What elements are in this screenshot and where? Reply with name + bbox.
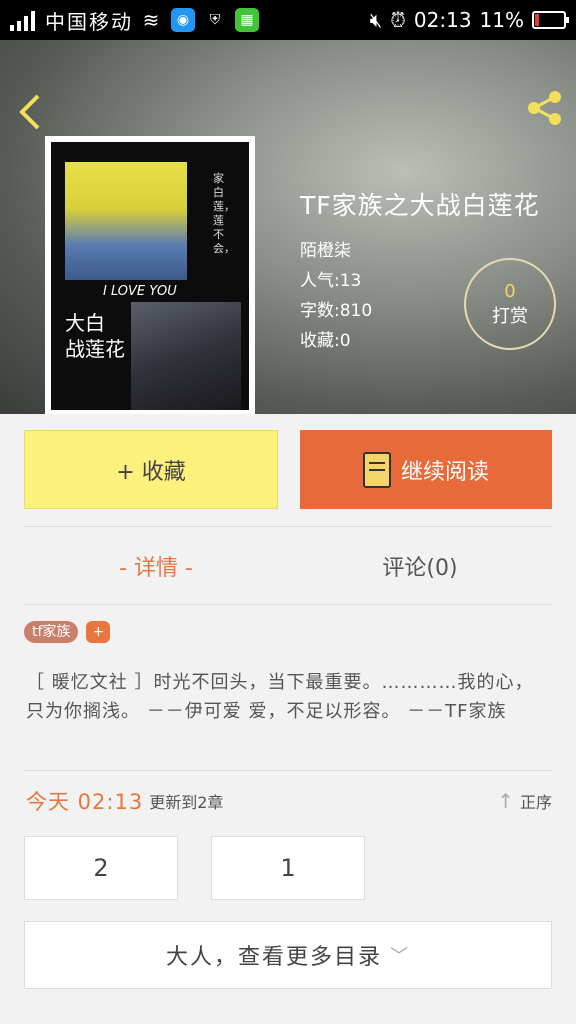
signal-icon: [10, 9, 35, 31]
chapter-item[interactable]: 2: [24, 836, 178, 900]
divider: [24, 770, 552, 771]
tab-details[interactable]: - 详情 -: [24, 528, 288, 604]
tab-comments[interactable]: 评论(0): [288, 528, 552, 604]
share-icon: [528, 91, 561, 125]
cover-title-line1: 大白: [65, 311, 105, 335]
cover-vertical-text: 家白莲，莲不会，: [213, 172, 235, 255]
continue-reading-label: 继续阅读: [400, 459, 489, 485]
mute-icon: 🔇︎: [369, 8, 383, 32]
battery-icon: [532, 11, 569, 29]
share-button[interactable]: [524, 88, 564, 128]
more-catalog-button[interactable]: 大人，查看更多目录 ﹀: [24, 921, 552, 989]
divider: [24, 526, 552, 527]
battery-percent: 11%: [479, 8, 524, 32]
cover-title: 大白 战莲花: [65, 310, 125, 362]
sort-toggle[interactable]: ↑ 正序: [497, 789, 552, 813]
back-button[interactable]: [16, 92, 46, 130]
status-bar: 中国移动 ≋ ◉ ⛨ ▦ 🔇︎ ⏰︎ 02:13 11%: [0, 0, 576, 40]
tag-list: tf家族 +: [24, 621, 111, 643]
chapter-item[interactable]: 1: [211, 836, 365, 900]
shield-icon: ⛨: [209, 12, 221, 28]
cover-art: 家白莲，莲不会， I LOVE YOU 大白 战莲花: [51, 142, 249, 410]
cover-portrait-photo: [131, 302, 241, 410]
tip-button[interactable]: 0 打赏: [464, 258, 556, 350]
cover-tagline: I LOVE YOU: [103, 284, 177, 299]
tip-count: 0: [504, 280, 516, 302]
book-title: TF家族之大战白莲花: [300, 191, 540, 220]
more-catalog-label: 大人，查看更多目录: [165, 945, 382, 970]
cover-group-photo: [65, 162, 187, 280]
update-time: 今天 02:13: [26, 790, 144, 814]
tab-bar: - 详情 - 评论(0): [24, 528, 552, 604]
continue-reading-button[interactable]: 继续阅读: [300, 430, 552, 509]
clock-text: 02:13: [413, 8, 472, 32]
alarm-icon: ⏰︎: [390, 8, 406, 32]
book-header: 家白莲，莲不会， I LOVE YOU 大白 战莲花 TF家族之大战白莲花 陌橙…: [0, 40, 576, 414]
add-tag-button[interactable]: +: [86, 621, 111, 643]
book-description: ［ 暖忆文社 ］时光不回头，当下最重要。…………我的心，只为你搁浅。 －－伊可爱…: [26, 672, 534, 722]
update-info: 今天 02:13 更新到2章 ↑ 正序: [26, 784, 552, 818]
divider: [24, 604, 552, 605]
tag-item[interactable]: tf家族: [24, 621, 79, 643]
book-cover[interactable]: 家白莲，莲不会， I LOVE YOU 大白 战莲花: [45, 136, 255, 414]
tip-label: 打赏: [492, 305, 528, 327]
collect-button[interactable]: + 收藏: [24, 430, 278, 509]
chevron-down-icon: ﹀: [390, 946, 410, 967]
sort-label: 正序: [519, 793, 552, 812]
collect-label: + 收藏: [116, 459, 186, 485]
chevron-left-icon: [19, 94, 40, 130]
book-icon: [362, 451, 391, 488]
wifi-icon: ≋: [142, 8, 160, 32]
app-notification-icon: ◉: [171, 8, 195, 32]
cover-title-line2: 战莲花: [65, 337, 125, 361]
app-grid-icon: ▦: [235, 8, 259, 32]
arrow-up-icon: ↑: [497, 789, 514, 813]
carrier-name: 中国移动: [45, 9, 133, 34]
update-text: 更新到2章: [149, 793, 224, 812]
